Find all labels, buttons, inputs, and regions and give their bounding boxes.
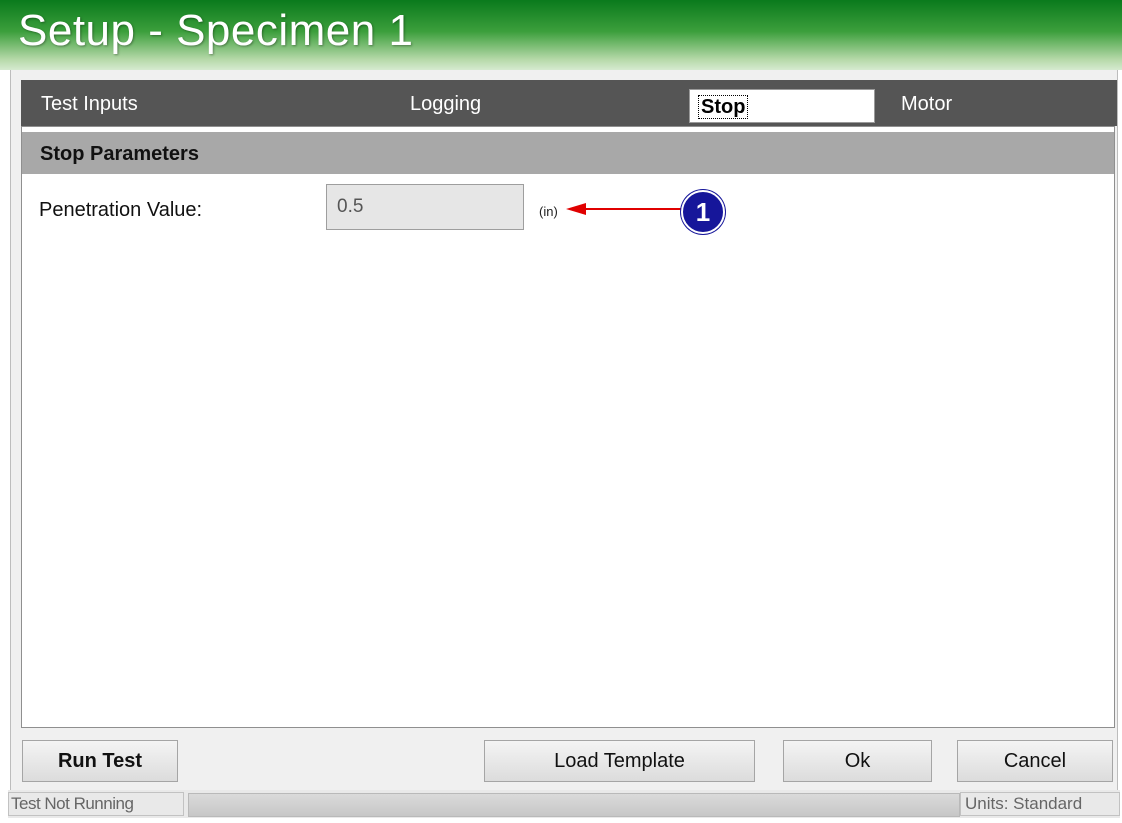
stop-parameters-panel: Stop Parameters Penetration Value: 0.5 (…	[21, 126, 1115, 728]
penetration-unit-label: (in)	[539, 204, 558, 219]
cancel-button[interactable]: Cancel	[957, 740, 1113, 782]
status-bar: Test Not Running Units: Standard	[8, 790, 1120, 818]
test-status-text: Test Not Running	[8, 792, 184, 816]
window-title: Setup - Specimen 1	[18, 6, 414, 55]
callout-badge: 1	[681, 190, 725, 234]
tab-bar: Test Inputs Logging Stop Motor	[21, 80, 1117, 126]
tab-stop-label: Stop	[698, 95, 749, 119]
tab-test-inputs[interactable]: Test Inputs	[41, 80, 138, 126]
tab-motor[interactable]: Motor	[901, 80, 952, 126]
penetration-value-input[interactable]: 0.5	[326, 184, 524, 230]
ok-button[interactable]: Ok	[783, 740, 932, 782]
penetration-value-label: Penetration Value:	[39, 199, 203, 221]
tab-stop[interactable]: Stop	[689, 89, 875, 123]
run-test-button[interactable]: Run Test	[22, 740, 178, 782]
units-status-text: Units: Standard	[960, 792, 1120, 816]
status-progress-bar	[188, 793, 960, 817]
tab-logging[interactable]: Logging	[410, 80, 481, 126]
title-bar: Setup - Specimen 1	[0, 0, 1122, 70]
load-template-button[interactable]: Load Template	[484, 740, 755, 782]
section-header: Stop Parameters	[22, 132, 1114, 174]
